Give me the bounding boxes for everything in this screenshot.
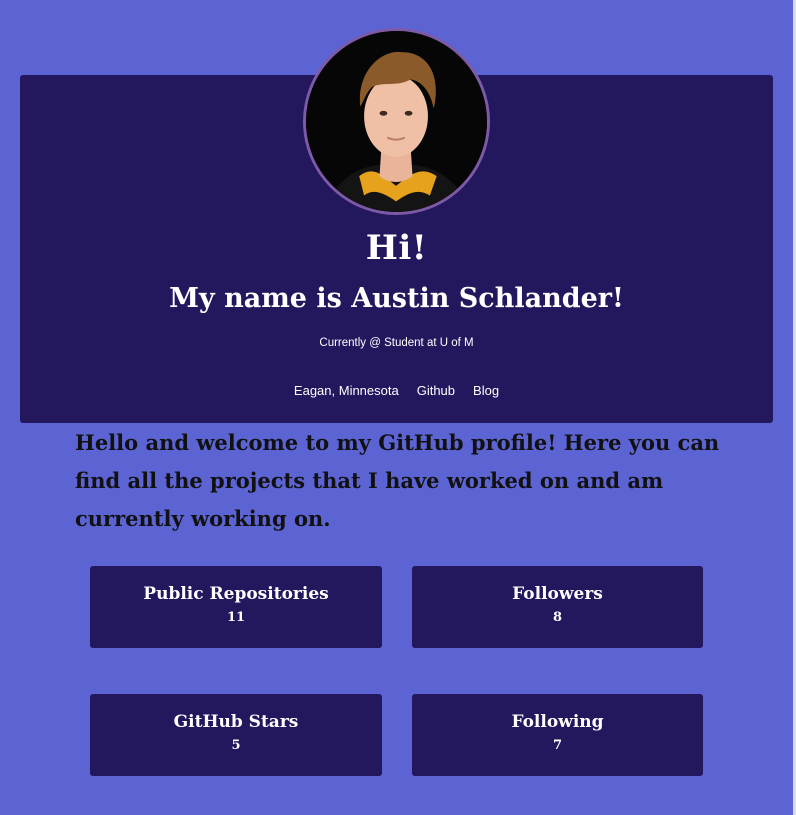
stat-value: 11	[226, 610, 246, 625]
stat-value: 8	[552, 610, 563, 625]
avatar-photo	[306, 31, 487, 212]
stat-label: Public Repositories	[143, 584, 329, 604]
stat-value: 5	[231, 738, 241, 753]
welcome-paragraph: Hello and welcome to my GitHub profile! …	[75, 430, 720, 531]
greeting-heading: Hi!	[365, 228, 428, 268]
status-text: Currently @ Student at U of M	[319, 337, 474, 349]
location-link[interactable]: Eagan, Minnesota	[294, 383, 399, 398]
name-heading: My name is Austin Schlander!	[169, 283, 624, 314]
stat-card-followers: Followers 8	[412, 566, 703, 648]
stat-label: GitHub Stars	[173, 712, 299, 732]
blog-link[interactable]: Blog	[473, 383, 499, 398]
stat-card-public-repositories: Public Repositories 11	[90, 566, 382, 648]
header-links: Eagan, Minnesota Github Blog	[20, 383, 773, 398]
github-link[interactable]: Github	[417, 383, 455, 398]
stat-value: 7	[552, 738, 563, 753]
stat-card-following: Following 7	[412, 694, 703, 776]
stat-label: Followers	[512, 584, 603, 604]
stat-card-github-stars: GitHub Stars 5	[90, 694, 382, 776]
stat-label: Following	[511, 712, 604, 732]
profile-avatar	[303, 28, 490, 215]
